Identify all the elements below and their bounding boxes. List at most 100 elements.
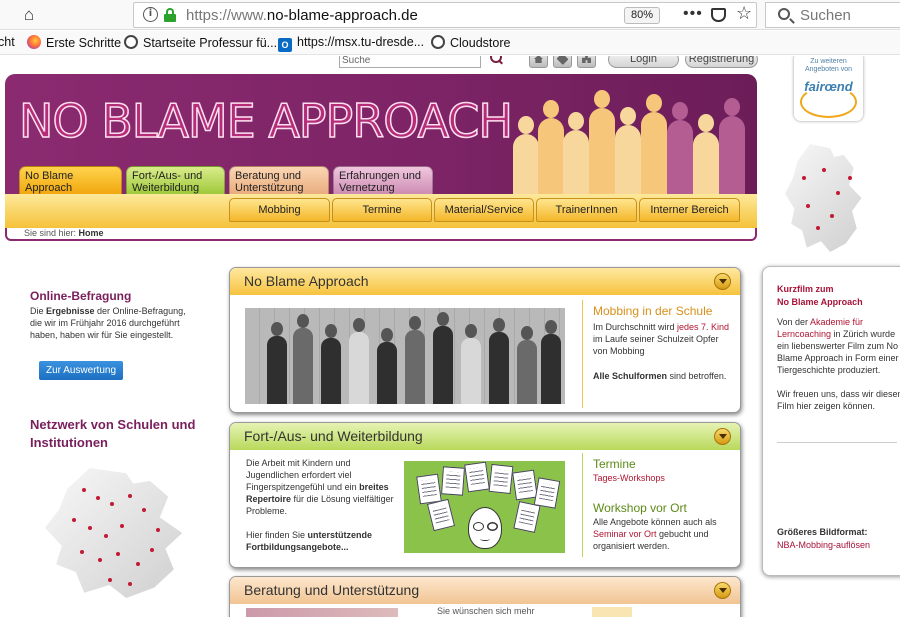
tab-no-blame-approach[interactable]: No Blame Approach	[19, 166, 122, 194]
map-pin	[156, 528, 160, 532]
tages-workshops-link[interactable]: Tages-Workshops	[593, 472, 732, 484]
germany-map-image[interactable]	[785, 144, 862, 252]
more-actions-icon[interactable]: •••	[683, 5, 703, 23]
school-types-text: Alle Schulformen sind betroffen.	[593, 371, 727, 381]
map-pin	[72, 518, 76, 522]
subnav-termine[interactable]: Termine	[332, 198, 432, 222]
tu-dresden-icon	[124, 35, 138, 49]
pocket-icon[interactable]	[711, 8, 726, 22]
zoom-indicator[interactable]: 80%	[624, 7, 660, 24]
partner-caption: Zu weiteren Angeboten von	[804, 58, 853, 73]
document-icon	[488, 463, 514, 495]
termine-title[interactable]: Termine	[593, 456, 732, 472]
mobbing-title[interactable]: Mobbing in der Schule	[593, 303, 732, 319]
chevron-down-icon[interactable]	[714, 428, 731, 445]
people-silhouette	[693, 114, 719, 194]
film-title: Kurzfilm zum No Blame Approach	[777, 284, 863, 307]
training-illustration	[404, 461, 565, 553]
subnav-mobbing[interactable]: Mobbing	[229, 198, 330, 222]
bookmark-item[interactable]: Ohttps://msx.tu-dresde...	[278, 35, 424, 52]
map-pin	[80, 550, 84, 554]
chevron-down-icon[interactable]	[714, 582, 731, 599]
fortbildung-paragraph: Die Arbeit mit Kindern und Jugendlichen …	[246, 458, 394, 516]
register-button[interactable]: Registrierung	[685, 56, 758, 68]
student-figure	[405, 316, 425, 404]
bookmark-label: Cloudstore	[450, 36, 511, 50]
lock-icon[interactable]	[164, 8, 176, 22]
seminar-link[interactable]: Seminar vor Ort	[593, 529, 657, 539]
url-text: https://www.no-blame-approach.de	[186, 7, 418, 24]
site-search-input[interactable]: Suche	[339, 56, 481, 68]
tag-icon[interactable]	[553, 56, 572, 68]
sitemap-icon[interactable]	[577, 56, 596, 68]
browser-search-bar[interactable]: Suchen	[765, 2, 900, 28]
map-pin	[88, 526, 92, 530]
chevron-down-icon[interactable]	[714, 273, 731, 290]
subnav-trainerinnen[interactable]: TrainerInnen	[536, 198, 637, 222]
map-pin	[96, 496, 100, 500]
nba-box-header[interactable]: No Blame Approach	[230, 268, 740, 295]
search-icon[interactable]	[490, 56, 503, 64]
bookmark-item[interactable]: Startseite Professur fü...	[124, 35, 277, 50]
bookmark-star-icon[interactable]: ☆	[736, 3, 752, 24]
document-icon	[512, 469, 538, 501]
breadcrumb: Sie sind hier: Home	[24, 228, 104, 238]
tab-erfahrungen[interactable]: Erfahrungen und Vernetzung	[333, 166, 433, 194]
subnav-interner-bereich[interactable]: Interner Bereich	[639, 198, 740, 222]
map-pin	[128, 582, 132, 586]
tab-fortbildung[interactable]: Fort-/Aus- und Weiterbildung	[126, 166, 225, 194]
germany-network-map[interactable]	[45, 468, 183, 598]
home-icon[interactable]: ⌂	[18, 4, 40, 26]
student-figure	[489, 318, 509, 404]
map-pin	[816, 226, 820, 230]
login-button[interactable]: Login	[608, 56, 679, 68]
beratung-box-header[interactable]: Beratung und Unterstützung	[230, 577, 740, 604]
map-pin	[142, 508, 146, 512]
tab-beratung[interactable]: Beratung und Unterstützung	[229, 166, 329, 194]
bookmark-label: cht	[0, 35, 15, 49]
web-page: Suche Login Registrierung Zu weiteren An…	[0, 56, 900, 617]
bookmark-label: Erste Schritte	[46, 36, 122, 50]
network-title[interactable]: Netzwerk von Schulen und Institutionen	[30, 416, 200, 452]
student-figure	[517, 326, 537, 404]
fortbildung-box-header[interactable]: Fort-/Aus- und Weiterbildung	[230, 423, 740, 450]
fortbildung-content-box: Fort-/Aus- und Weiterbildung Die Arbeit …	[229, 422, 741, 568]
map-pin	[830, 214, 834, 218]
bookmark-item[interactable]: Erste Schritte	[27, 35, 121, 50]
bookmark-item[interactable]: Cloudstore	[431, 35, 510, 50]
address-bar[interactable]: i https://www.no-blame-approach.de 80% •…	[133, 2, 757, 28]
person-glasses-icon	[468, 507, 502, 549]
document-icon	[441, 466, 465, 496]
film-sidebar: Kurzfilm zum No Blame Approach Von der Ak…	[762, 266, 900, 576]
bigger-format-link[interactable]: NBA-Mobbing-auflösen	[777, 540, 870, 550]
bookmark-item[interactable]: cht	[0, 35, 15, 49]
students-photo	[245, 308, 565, 404]
info-icon[interactable]: i	[143, 7, 158, 22]
home-icon[interactable]	[529, 56, 548, 68]
outlook-icon: O	[278, 38, 292, 52]
tu-dresden-icon	[431, 35, 445, 49]
people-silhouette	[589, 90, 615, 194]
student-figure	[377, 328, 397, 404]
survey-title: Online-Befragung	[30, 289, 132, 303]
survey-results-button[interactable]: Zur Auswertung	[39, 361, 123, 380]
map-pin	[802, 176, 806, 180]
fairend-partner-logo[interactable]: Zu weiteren Angeboten von fairœnd	[794, 56, 863, 121]
film-note: Wir freuen uns, dass wir diesen Film hie…	[777, 389, 900, 411]
breadcrumb-home-link[interactable]: Home	[79, 228, 104, 238]
site-title[interactable]: NO BLAME APPROACH	[18, 95, 514, 147]
map-pin	[98, 558, 102, 562]
student-figure	[293, 314, 313, 404]
nba-box-title: No Blame Approach	[244, 273, 369, 289]
map-pin	[120, 524, 124, 528]
map-pin	[108, 578, 112, 582]
workshop-title[interactable]: Workshop vor Ort	[593, 500, 732, 516]
subnav-material-service[interactable]: Material/Service	[434, 198, 534, 222]
workshop-text: Alle Angebote können auch als Seminar vo…	[593, 517, 717, 551]
bookmarks-bar: cht Erste Schritte Startseite Professur …	[0, 31, 900, 55]
partner-logo-arc	[800, 86, 857, 118]
fortbildung-offers-text[interactable]: Hier finden Sie unterstützende Fortbildu…	[246, 529, 394, 553]
student-figure	[541, 320, 561, 404]
sub-navigation: Mobbing Termine Material/Service Trainer…	[5, 194, 757, 228]
film-text: Von der Akademie für Lerncoaching in Zür…	[777, 316, 900, 412]
